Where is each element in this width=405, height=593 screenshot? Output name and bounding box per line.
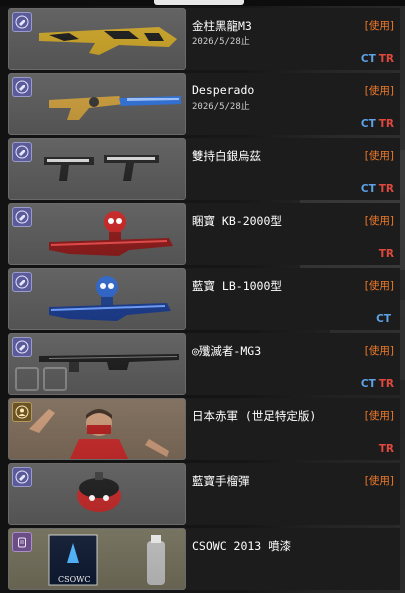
tr-tag: TR [378, 183, 394, 195]
mg3-gun-image [39, 354, 179, 372]
item-info: Desperado 2026/5/28止 [使用] CT TR [186, 73, 400, 135]
item-thumbnail[interactable] [8, 73, 186, 135]
inventory-row[interactable]: ◎殲滅者-MG3 [使用] CT TR [8, 333, 400, 395]
inventory-row[interactable]: 雙持白銀烏茲 [使用] CT TR [8, 138, 400, 200]
item-thumbnail[interactable] [8, 138, 186, 200]
item-type-badge [12, 12, 32, 32]
use-button[interactable]: [使用] [365, 18, 394, 33]
use-button[interactable]: [使用] [365, 148, 394, 163]
item-name: ◎殲滅者-MG3 [192, 344, 262, 358]
bullet-icon [15, 340, 29, 354]
use-button[interactable]: [使用] [365, 83, 394, 98]
ct-tag: CT [360, 53, 376, 65]
bullet-icon [15, 470, 29, 484]
item-type-badge [12, 532, 32, 552]
item-name: 睏寶 KB-2000型 [192, 214, 282, 228]
bullet-icon [15, 145, 29, 159]
ct-tag: CT [360, 118, 376, 130]
item-name: 雙持白銀烏茲 [192, 149, 261, 163]
inventory-row[interactable]: 藍寶手榴彈 [使用] [8, 463, 400, 525]
item-type-badge [12, 207, 32, 227]
inventory-row[interactable]: 金柱黑龍M3 2026/5/28止 [使用] CT TR [8, 8, 400, 70]
golden-dragon-gun-image [39, 27, 177, 55]
item-type-badge [12, 337, 32, 357]
desperado-gun-image [49, 96, 181, 120]
use-button[interactable]: [使用] [365, 278, 394, 293]
tr-tag: TR [378, 443, 394, 455]
use-button[interactable]: [使用] [365, 213, 394, 228]
red-army-character-image [9, 399, 185, 459]
team-tags: TR [376, 248, 394, 260]
team-tags: CT TR [361, 378, 394, 390]
inventory-row[interactable]: Desperado 2026/5/28止 [使用] CT TR [8, 73, 400, 135]
item-info: 金柱黑龍M3 2026/5/28止 [使用] CT TR [186, 8, 400, 70]
inventory-row[interactable]: 日本赤軍 (世足特定版) [使用] TR [8, 398, 400, 460]
item-name: 藍寶 LB-1000型 [192, 279, 282, 293]
item-name: CSOWC 2013 噴漆 [192, 539, 292, 553]
item-thumbnail[interactable] [8, 268, 186, 330]
item-info: 雙持白銀烏茲 [使用] CT TR [186, 138, 400, 200]
item-thumbnail[interactable] [8, 8, 186, 70]
team-tags: CT TR [361, 53, 394, 65]
item-expiry-date: 2026/5/28止 [192, 102, 250, 112]
inventory-row[interactable]: CSOWC CSOWC 2013 噴漆 [8, 528, 400, 590]
item-thumbnail[interactable] [8, 333, 186, 395]
attachment-slot [43, 367, 67, 391]
person-icon [15, 405, 29, 419]
item-info: ◎殲滅者-MG3 [使用] CT TR [186, 333, 400, 395]
bullet-icon [15, 275, 29, 289]
bullet-icon [15, 15, 29, 29]
spray-icon [18, 537, 26, 548]
item-info: 睏寶 KB-2000型 [使用] TR [186, 203, 400, 265]
item-info: CSOWC 2013 噴漆 [186, 528, 400, 590]
team-tags: CT TR [361, 183, 394, 195]
csowc-spray-image [9, 529, 185, 589]
item-name: 藍寶手榴彈 [192, 474, 250, 488]
item-name: 金柱黑龍M3 [192, 19, 252, 33]
item-info: 藍寶 LB-1000型 [使用] CT [186, 268, 400, 330]
item-type-badge [12, 272, 32, 292]
ct-tag: CT [360, 378, 376, 390]
bomb-grenade-image [77, 472, 121, 512]
item-thumbnail[interactable] [8, 463, 186, 525]
use-button[interactable]: [使用] [365, 343, 394, 358]
bullet-icon [15, 80, 29, 94]
team-tags: CT TR [361, 118, 394, 130]
item-type-badge [12, 402, 32, 422]
inventory-row[interactable]: 藍寶 LB-1000型 [使用] CT [8, 268, 400, 330]
item-thumbnail[interactable]: CSOWC [8, 528, 186, 590]
ct-tag: CT [360, 183, 376, 195]
item-info: 日本赤軍 (世足特定版) [使用] TR [186, 398, 400, 460]
item-type-badge [12, 77, 32, 97]
inventory-row[interactable]: 睏寶 KB-2000型 [使用] TR [8, 203, 400, 265]
red-bomber-gun-image [49, 211, 173, 256]
tr-tag: TR [378, 248, 394, 260]
item-name: 日本赤軍 (世足特定版) [192, 409, 317, 423]
item-thumbnail[interactable] [8, 398, 186, 460]
use-button[interactable]: [使用] [365, 408, 394, 423]
top-tab[interactable] [154, 0, 244, 5]
item-name: Desperado [192, 83, 255, 97]
item-type-badge [12, 142, 32, 162]
item-thumbnail[interactable] [8, 203, 186, 265]
use-button[interactable]: [使用] [365, 473, 394, 488]
tr-tag: TR [378, 378, 394, 390]
team-tags: CT [376, 313, 394, 325]
item-type-badge [12, 467, 32, 487]
tr-tag: TR [378, 118, 394, 130]
dual-uzi-image [44, 155, 159, 181]
csowc-logo-text: CSOWC [58, 575, 91, 584]
attachment-slot [15, 367, 39, 391]
blue-bomber-gun-image [49, 276, 171, 321]
team-tags: TR [376, 443, 394, 455]
bullet-icon [15, 210, 29, 224]
ct-tag: CT [376, 313, 391, 325]
tr-tag: TR [378, 53, 394, 65]
item-expiry-date: 2026/5/28止 [192, 37, 250, 47]
item-info: 藍寶手榴彈 [使用] [186, 463, 400, 525]
